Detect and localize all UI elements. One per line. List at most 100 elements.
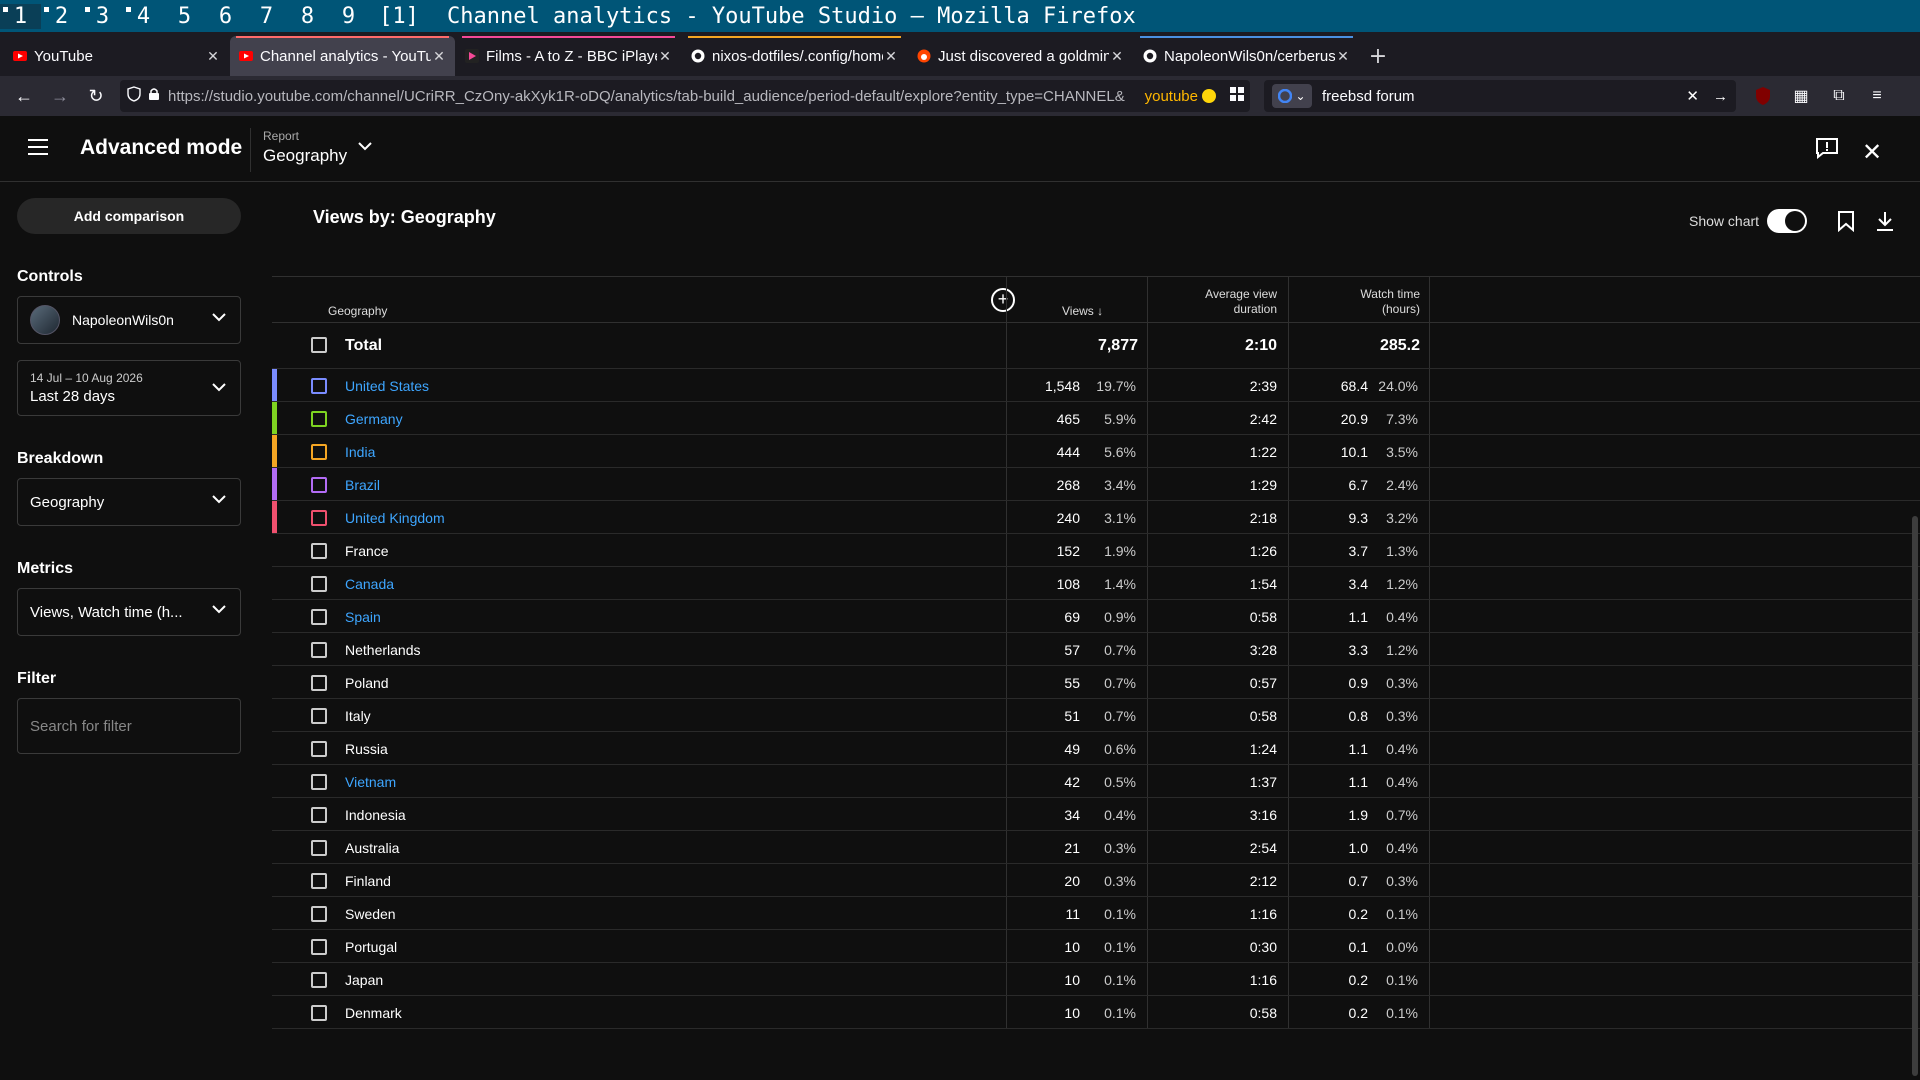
- country-name[interactable]: Brazil: [345, 477, 380, 493]
- extension-label[interactable]: youtube: [1145, 88, 1198, 105]
- close-icon[interactable]: ✕: [1862, 138, 1882, 167]
- clear-search-icon[interactable]: ✕: [1686, 87, 1699, 105]
- tab-bbc-iplayer[interactable]: Films - A to Z - BBC iPlayer ✕: [456, 36, 681, 76]
- row-checkbox[interactable]: [311, 675, 327, 691]
- report-selector[interactable]: Report Geography: [263, 129, 372, 166]
- views-value: 10: [1064, 1005, 1080, 1021]
- workspace-9[interactable]: 9: [328, 4, 369, 29]
- workspace-8[interactable]: 8: [287, 4, 328, 29]
- google-engine-icon[interactable]: ⌄: [1272, 84, 1312, 108]
- country-name: Russia: [345, 741, 388, 757]
- go-arrow-icon[interactable]: →: [1713, 88, 1728, 105]
- close-tab-icon[interactable]: ✕: [1109, 48, 1125, 65]
- row-checkbox[interactable]: [311, 906, 327, 922]
- search-bar[interactable]: ⌄ freebsd forum ✕ →: [1264, 80, 1736, 112]
- row-checkbox[interactable]: [311, 444, 327, 460]
- country-name[interactable]: Canada: [345, 576, 394, 592]
- row-checkbox[interactable]: [311, 609, 327, 625]
- show-chart-toggle[interactable]: [1767, 209, 1807, 233]
- close-tab-icon[interactable]: ✕: [1335, 48, 1351, 65]
- country-name[interactable]: United States: [345, 378, 429, 394]
- add-column-icon[interactable]: +: [991, 288, 1015, 312]
- row-checkbox[interactable]: [311, 1005, 327, 1021]
- total-checkbox[interactable]: [311, 337, 327, 353]
- close-tab-icon[interactable]: ✕: [883, 48, 899, 65]
- workspace-5[interactable]: 5: [164, 4, 205, 29]
- forward-arrow-icon[interactable]: →: [42, 80, 78, 112]
- country-name[interactable]: Vietnam: [345, 774, 396, 790]
- workspace-3[interactable]: 3: [82, 4, 123, 29]
- metrics-selector[interactable]: Views, Watch time (h...: [17, 588, 241, 636]
- feedback-icon[interactable]: [1815, 137, 1839, 159]
- close-tab-icon[interactable]: ✕: [431, 48, 447, 65]
- table-row: Denmark 10 0.1% 0:58 0.2 0.1%: [272, 996, 1920, 1029]
- row-checkbox[interactable]: [311, 411, 327, 427]
- row-checkbox[interactable]: [311, 840, 327, 856]
- header-geography[interactable]: Geography: [328, 304, 387, 318]
- tab-channel-analytics[interactable]: Channel analytics - YouTube ✕: [230, 36, 455, 76]
- country-name[interactable]: Germany: [345, 411, 403, 427]
- filter-search-input[interactable]: Search for filter: [17, 698, 241, 754]
- row-checkbox[interactable]: [311, 807, 327, 823]
- tab-github-cerberus[interactable]: NapoleonWils0n/cerberus ✕: [1134, 36, 1359, 76]
- add-comparison-button[interactable]: Add comparison: [17, 198, 241, 234]
- workspace-2[interactable]: 2: [41, 4, 82, 29]
- workspace-1[interactable]: 1: [0, 3, 41, 29]
- country-name[interactable]: Spain: [345, 609, 381, 625]
- row-checkbox[interactable]: [311, 939, 327, 955]
- shield-icon[interactable]: [126, 86, 142, 106]
- row-checkbox[interactable]: [311, 576, 327, 592]
- grid-icon[interactable]: [1230, 87, 1244, 105]
- ublock-icon[interactable]: [1744, 80, 1782, 112]
- workspace-4[interactable]: 4: [123, 4, 164, 29]
- close-tab-icon[interactable]: ✕: [657, 48, 673, 65]
- reload-icon[interactable]: ↻: [78, 80, 114, 112]
- date-range-selector[interactable]: 14 Jul – 10 Aug 2026 Last 28 days: [17, 360, 241, 416]
- row-checkbox[interactable]: [311, 708, 327, 724]
- download-icon[interactable]: [1875, 210, 1895, 232]
- url-bar[interactable]: https://studio.youtube.com/channel/UCriR…: [120, 80, 1250, 112]
- row-checkbox[interactable]: [311, 477, 327, 493]
- row-checkbox[interactable]: [311, 543, 327, 559]
- row-checkbox[interactable]: [311, 774, 327, 790]
- search-query[interactable]: freebsd forum: [1322, 88, 1686, 105]
- row-checkbox[interactable]: [311, 378, 327, 394]
- row-checkbox[interactable]: [311, 642, 327, 658]
- header-avg-view-duration[interactable]: Average view duration: [1162, 287, 1277, 317]
- row-checkbox[interactable]: [311, 510, 327, 526]
- table-row: Russia 49 0.6% 1:24 1.1 0.4%: [272, 732, 1920, 765]
- watch-time-percent: 0.4%: [1386, 840, 1418, 856]
- country-name: Japan: [345, 972, 384, 988]
- workspace-7[interactable]: 7: [246, 4, 287, 29]
- row-checkbox[interactable]: [311, 972, 327, 988]
- channel-selector[interactable]: NapoleonWils0n: [17, 296, 241, 344]
- close-tab-icon[interactable]: ✕: [205, 48, 221, 65]
- back-arrow-icon[interactable]: ←: [6, 80, 42, 112]
- layout-indicator[interactable]: [1]: [369, 4, 429, 29]
- country-name[interactable]: India: [345, 444, 375, 460]
- row-checkbox[interactable]: [311, 873, 327, 889]
- watch-time-value: 9.3: [1348, 510, 1368, 526]
- extensions-puzzle-icon[interactable]: ⧉: [1820, 80, 1858, 112]
- workspace-6[interactable]: 6: [205, 4, 246, 29]
- table-row: Brazil 268 3.4% 1:29 6.7 2.4%: [272, 468, 1920, 501]
- header-watch-time[interactable]: Watch time (hours): [1302, 287, 1420, 317]
- hamburger-menu-icon[interactable]: [28, 139, 48, 155]
- url-text[interactable]: https://studio.youtube.com/channel/UCriR…: [168, 88, 1137, 105]
- breakdown-selector[interactable]: Geography: [17, 478, 241, 526]
- views-value: 57: [1064, 642, 1080, 658]
- tab-youtube[interactable]: YouTube ✕: [4, 36, 229, 76]
- bookmark-icon[interactable]: [1837, 210, 1855, 232]
- scrollbar[interactable]: [1912, 516, 1918, 1076]
- tab-nixos-dotfiles[interactable]: nixos-dotfiles/.config/home ✕: [682, 36, 907, 76]
- row-checkbox[interactable]: [311, 741, 327, 757]
- country-name: Sweden: [345, 906, 396, 922]
- country-name[interactable]: United Kingdom: [345, 510, 445, 526]
- country-name: Poland: [345, 675, 389, 691]
- lock-icon[interactable]: [148, 87, 160, 105]
- header-views[interactable]: Views ↓: [1062, 304, 1103, 318]
- menu-icon[interactable]: ≡: [1858, 80, 1896, 112]
- tab-reddit[interactable]: Just discovered a goldmine ✕: [908, 36, 1133, 76]
- new-tab-icon[interactable]: +: [1360, 36, 1396, 76]
- extensions-grid-icon[interactable]: ▦: [1782, 80, 1820, 112]
